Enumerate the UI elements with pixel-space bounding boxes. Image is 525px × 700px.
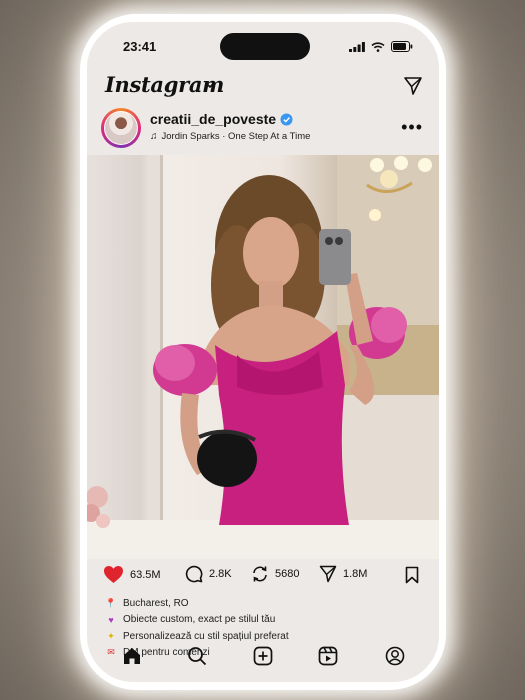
comment-count: 2.8K	[209, 568, 232, 580]
caption-text: Obiecte custom, exact pe stilul tău	[123, 614, 276, 626]
chevron-down-icon[interactable]	[205, 81, 215, 89]
direct-message-icon[interactable]	[403, 76, 423, 96]
caption-line: 📍 Bucharest, RO	[105, 595, 425, 612]
username[interactable]: creatii_de_poveste	[150, 111, 276, 127]
profile-icon[interactable]	[385, 646, 405, 666]
battery-icon	[391, 41, 413, 52]
wifi-icon	[371, 41, 385, 52]
phone-screen: 23:41 Instagram creatii_de_poveste ♫ Jor…	[87, 22, 439, 682]
avatar[interactable]	[104, 111, 138, 145]
system-icons	[349, 41, 413, 52]
music-track: Jordin Sparks · One Step At a Time	[161, 131, 311, 142]
verified-badge-icon	[280, 113, 293, 125]
search-icon[interactable]	[187, 646, 207, 666]
mirror-selfie-illustration	[87, 155, 439, 559]
music-row[interactable]: ♫ Jordin Sparks · One Step At a Time	[150, 131, 310, 142]
pin-icon: 📍	[105, 597, 117, 608]
comment-icon[interactable]	[185, 565, 203, 583]
share-count: 1.8M	[343, 568, 368, 580]
signal-icon	[349, 41, 365, 52]
like-count: 63.5M	[130, 568, 161, 581]
repost-icon[interactable]	[251, 565, 269, 583]
caption-text: Bucharest, RO	[123, 597, 189, 609]
repost-action[interactable]: 5680	[251, 565, 299, 583]
share-action[interactable]: 1.8M	[319, 565, 367, 583]
share-icon[interactable]	[319, 565, 337, 583]
reels-icon[interactable]	[318, 646, 338, 666]
like-action[interactable]: 63.5M	[103, 565, 161, 584]
heart-filled-icon[interactable]	[103, 565, 124, 584]
more-options-icon[interactable]: •••	[401, 118, 423, 136]
post-photo[interactable]	[87, 155, 439, 559]
story-ring[interactable]	[101, 108, 141, 148]
caption-text: Personalizează cu stil spațiul preferat	[123, 630, 289, 642]
home-icon[interactable]	[122, 646, 142, 666]
sparkle-icon: ✦	[107, 630, 115, 641]
create-icon[interactable]	[253, 646, 273, 666]
status-bar: 23:41	[87, 22, 439, 68]
bookmark-icon[interactable]	[405, 566, 419, 584]
status-time: 23:41	[123, 39, 157, 54]
username-row: creatii_de_poveste	[150, 111, 293, 127]
repost-count: 5680	[275, 568, 300, 580]
heart-emoji-icon: ♥	[108, 614, 114, 625]
dynamic-island	[220, 33, 310, 60]
music-note-icon: ♫	[150, 131, 158, 142]
post-header: creatii_de_poveste ♫ Jordin Sparks · One…	[87, 106, 439, 154]
caption-line: ♥ Obiecte custom, exact pe stilul tău	[105, 612, 425, 629]
bottom-tab-bar	[87, 642, 439, 678]
comment-action[interactable]: 2.8K	[185, 565, 232, 583]
action-bar: 63.5M 2.8K 5680 1.8M	[87, 561, 439, 591]
app-header: Instagram	[87, 70, 439, 104]
